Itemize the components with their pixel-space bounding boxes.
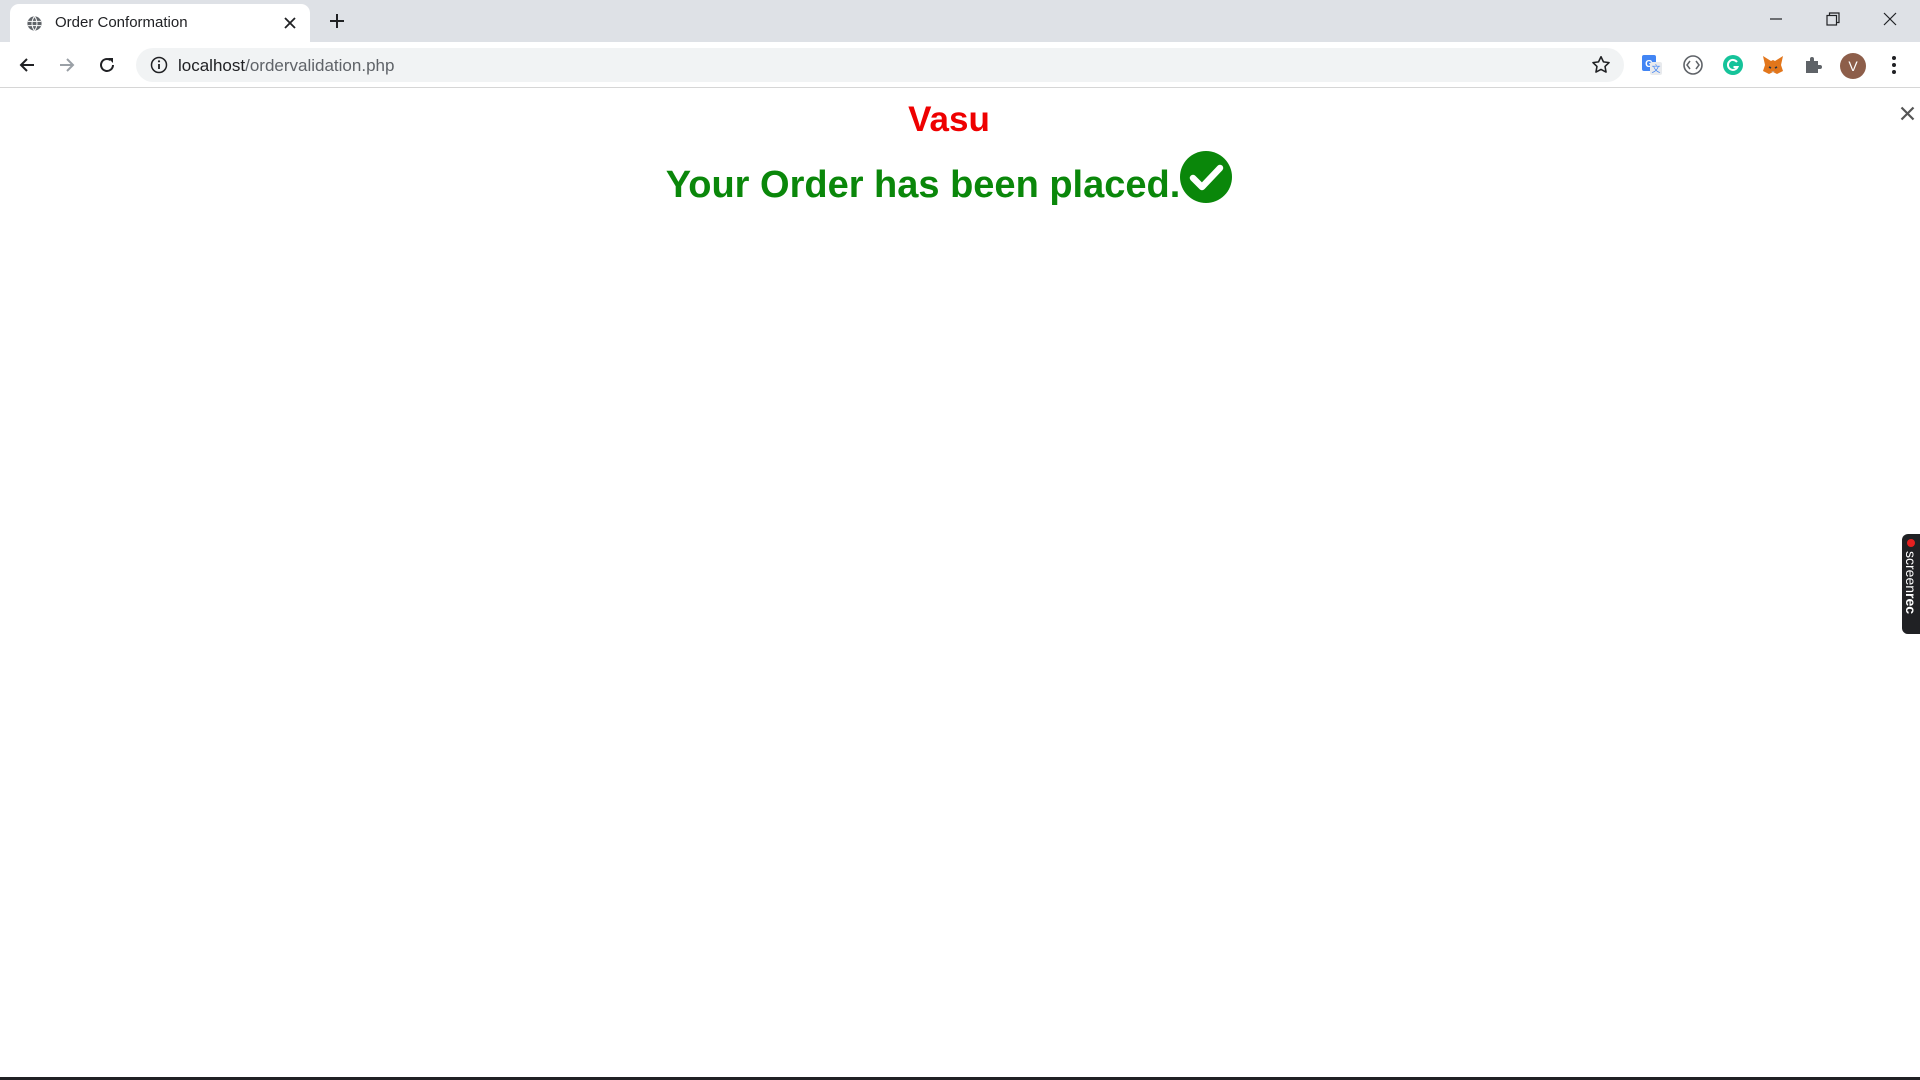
window-close-icon[interactable] [1862,0,1918,38]
close-icon[interactable] [1897,103,1917,123]
google-translate-icon[interactable]: G文 [1640,53,1664,77]
tab-order-conformation[interactable]: Order Conformation [10,4,310,42]
globe-icon [27,16,42,31]
screenrec-widget[interactable]: screenrec [1902,534,1920,634]
extensions-puzzle-icon[interactable] [1801,53,1825,77]
address-bar[interactable]: localhost/ordervalidation.php [136,48,1624,82]
url-text[interactable]: localhost/ordervalidation.php [178,56,394,76]
new-tab-icon[interactable] [325,9,349,33]
grammarly-icon[interactable] [1721,53,1745,77]
minimize-icon[interactable] [1748,0,1804,38]
confirmation-text: Your Order has been placed. [665,164,1181,206]
bookmark-star-icon[interactable] [1590,54,1612,76]
forward-icon[interactable] [53,51,81,79]
tab-close-icon[interactable] [280,13,300,33]
info-icon[interactable] [150,56,168,74]
customer-name: Vasu [908,100,990,139]
screenrec-label: screenrec [1903,551,1919,615]
svg-text:文: 文 [1651,63,1660,74]
tab-title: Order Conformation [55,14,188,31]
check-circle-icon [1180,151,1233,203]
restore-icon[interactable] [1805,0,1861,38]
metamask-icon[interactable] [1761,53,1785,77]
profile-avatar[interactable]: V [1840,53,1866,79]
browser-toolbar: localhost/ordervalidation.php G文 V [0,42,1920,88]
record-dot-icon [1907,539,1915,547]
reload-icon[interactable] [93,51,121,79]
back-icon[interactable] [13,51,41,79]
tab-strip: Order Conformation [0,0,1920,42]
menu-dots-icon[interactable] [1884,53,1904,77]
code-icon[interactable] [1681,53,1705,77]
order-confirmation-message: Your Order has been placed. [0,151,1898,207]
page-content: Vasu Your Order has been placed. screenr… [0,89,1920,1077]
